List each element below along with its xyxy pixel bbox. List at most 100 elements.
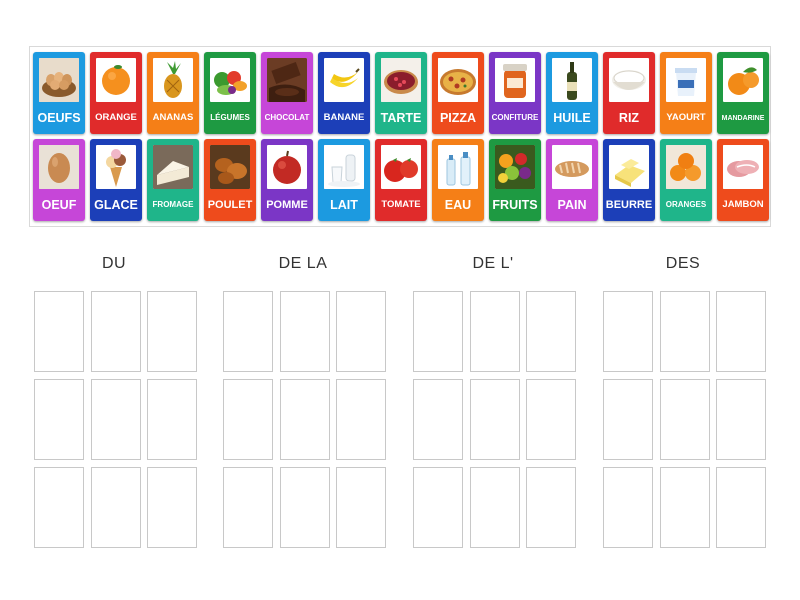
food-card-jambon[interactable]: JAMBON (717, 139, 769, 221)
drop-slot[interactable] (223, 467, 273, 548)
food-card-pain[interactable]: PAIN (546, 139, 598, 221)
drop-slot[interactable] (280, 467, 330, 548)
cheese-icon (153, 145, 193, 189)
food-card-label: OEUFS (37, 110, 81, 125)
orange-icon (96, 58, 136, 102)
drop-slot[interactable] (91, 291, 141, 372)
food-card-label: BANANE (323, 112, 365, 124)
drop-slot[interactable] (147, 379, 197, 460)
drop-slot[interactable] (660, 291, 710, 372)
food-card-banane[interactable]: BANANE (318, 52, 370, 134)
bread-icon (552, 145, 592, 189)
food-card-eau[interactable]: EAU (432, 139, 484, 221)
drop-slot[interactable] (147, 467, 197, 548)
food-card-ananas[interactable]: ANANAS (147, 52, 199, 134)
bananas-icon (324, 58, 364, 102)
milk-icon (324, 145, 364, 189)
drop-slot[interactable] (660, 379, 710, 460)
rice-bowl-icon (609, 58, 649, 102)
food-card-label: TOMATE (381, 199, 421, 211)
food-card-glace[interactable]: GLACE (90, 139, 142, 221)
food-card-label: ORANGE (95, 112, 137, 124)
drop-slot[interactable] (91, 379, 141, 460)
tart-icon (381, 58, 421, 102)
food-card-label: JAMBON (722, 199, 764, 211)
drop-slot[interactable] (91, 467, 141, 548)
drop-slot[interactable] (336, 467, 386, 548)
group-title: DE LA (278, 255, 328, 272)
food-card-lait[interactable]: LAIT (318, 139, 370, 221)
food-card-huile[interactable]: HUILE (546, 52, 598, 134)
drop-slot[interactable] (470, 291, 520, 372)
food-card-label: BEURRE (605, 198, 653, 211)
yogurt-icon (666, 58, 706, 102)
basket-of-eggs-icon (39, 58, 79, 102)
drop-slot[interactable] (603, 467, 653, 548)
drop-slot[interactable] (660, 467, 710, 548)
food-card-label: MANDARINE (721, 114, 765, 122)
drop-slot[interactable] (413, 379, 463, 460)
food-card-légumes[interactable]: LÉGUMES (204, 52, 256, 134)
butter-icon (609, 145, 649, 189)
water-bottles-icon (438, 145, 478, 189)
pizza-icon (438, 58, 478, 102)
food-card-fromage[interactable]: FROMAGE (147, 139, 199, 221)
food-card-tomate[interactable]: TOMATE (375, 139, 427, 221)
drop-slot[interactable] (223, 291, 273, 372)
drop-slot[interactable] (336, 379, 386, 460)
drop-slot[interactable] (413, 291, 463, 372)
food-card-label: PAIN (557, 197, 587, 212)
food-card-label: TARTE (380, 110, 422, 125)
drop-slot[interactable] (470, 467, 520, 548)
jam-jar-icon (495, 58, 535, 102)
drop-slot[interactable] (336, 291, 386, 372)
food-card-mandarine[interactable]: MANDARINE (717, 52, 769, 134)
food-card-fruits[interactable]: FRUITS (489, 139, 541, 221)
drop-slot[interactable] (34, 379, 84, 460)
ice-cream-icon (96, 145, 136, 189)
group-title: DES (665, 255, 701, 272)
food-card-label: POULET (207, 198, 253, 211)
food-card-oeuf[interactable]: OEUF (33, 139, 85, 221)
group-title: DE L' (472, 255, 514, 272)
drop-slot[interactable] (34, 467, 84, 548)
drop-slot[interactable] (147, 291, 197, 372)
drop-slot[interactable] (280, 379, 330, 460)
drop-slot[interactable] (716, 467, 766, 548)
food-card-tarte[interactable]: TARTE (375, 52, 427, 134)
food-card-pizza[interactable]: PIZZA (432, 52, 484, 134)
drop-slot[interactable] (413, 467, 463, 548)
drop-slot[interactable] (603, 291, 653, 372)
food-card-label: FROMAGE (152, 200, 194, 209)
food-card-oranges[interactable]: ORANGES (660, 139, 712, 221)
food-card-poulet[interactable]: POULET (204, 139, 256, 221)
drop-slot[interactable] (470, 379, 520, 460)
food-card-label: HUILE (553, 110, 591, 125)
food-card-riz[interactable]: RIZ (603, 52, 655, 134)
chocolate-icon (267, 58, 307, 102)
group-title: DU (101, 255, 127, 272)
food-card-orange[interactable]: ORANGE (90, 52, 142, 134)
food-card-chocolat[interactable]: CHOCOLAT (261, 52, 313, 134)
food-card-label: PIZZA (439, 110, 477, 125)
food-card-label: FRUITS (492, 197, 538, 212)
food-card-yaourt[interactable]: YAOURT (660, 52, 712, 134)
drop-slot[interactable] (716, 291, 766, 372)
drop-slot[interactable] (34, 291, 84, 372)
apple-icon (267, 145, 307, 189)
drop-slot[interactable] (716, 379, 766, 460)
food-card-beurre[interactable]: BEURRE (603, 139, 655, 221)
drop-slot[interactable] (223, 379, 273, 460)
fruits-icon (495, 145, 535, 189)
food-card-label: CONFITURE (491, 113, 539, 122)
drop-slot[interactable] (526, 291, 576, 372)
food-card-label: YAOURT (666, 112, 706, 124)
food-card-oeufs[interactable]: OEUFS (33, 52, 85, 134)
drop-slot[interactable] (526, 467, 576, 548)
drop-slot[interactable] (603, 379, 653, 460)
pineapple-icon (153, 58, 193, 102)
food-card-confiture[interactable]: CONFITURE (489, 52, 541, 134)
food-card-pomme[interactable]: POMME (261, 139, 313, 221)
drop-slot[interactable] (280, 291, 330, 372)
drop-slot[interactable] (526, 379, 576, 460)
